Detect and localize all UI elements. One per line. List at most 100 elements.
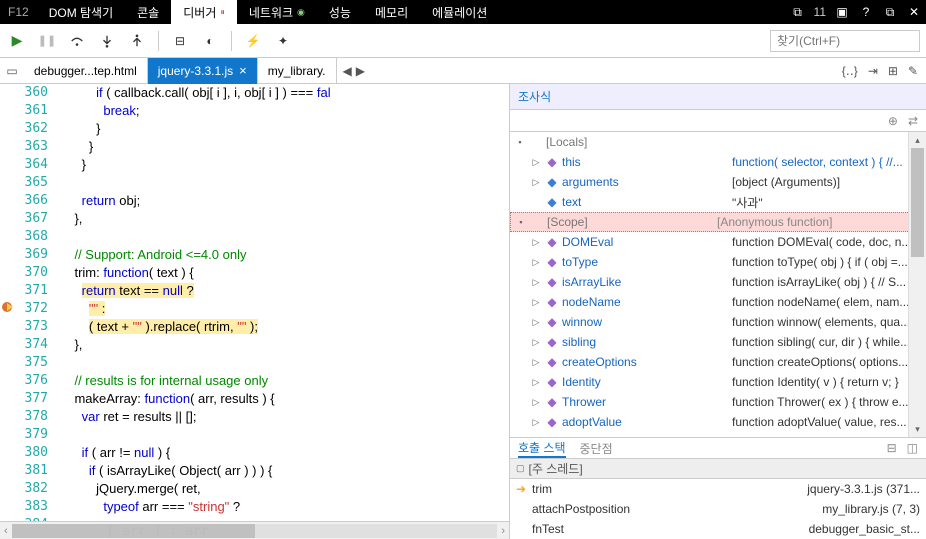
continue-button[interactable]: ▶ (6, 30, 28, 52)
console-toggle-icon[interactable]: ▣ (830, 0, 854, 24)
stack-frame[interactable]: fnTestdebugger_basic_st... (510, 519, 926, 539)
dom-breakpoint-button[interactable]: ✦ (272, 30, 294, 52)
edit-icon[interactable]: ✎ (908, 64, 918, 78)
watch-row[interactable]: ▷◆Identityfunction Identity( v ) { retur… (510, 372, 926, 392)
close-icon[interactable]: ✕ (902, 0, 926, 24)
watch-scrollbar[interactable]: ▴ ▾ (908, 132, 926, 437)
code-line[interactable]: 375 (0, 354, 509, 372)
async-icon[interactable]: ⊟ (887, 441, 897, 455)
expand-icon[interactable]: ▷ (530, 157, 542, 168)
code-line[interactable]: 371 return text == null ? (0, 282, 509, 300)
expand-icon[interactable]: ▷ (530, 337, 542, 348)
watch-row[interactable]: ▷◆siblingfunction sibling( cur, dir ) { … (510, 332, 926, 352)
stack-frame[interactable]: ➜trimjquery-3.3.1.js (371... (510, 479, 926, 499)
expand-icon[interactable]: ▷ (530, 257, 542, 268)
expand-icon[interactable]: ▷ (530, 377, 542, 388)
watch-row[interactable]: ▪[Locals] (510, 132, 926, 152)
tab-console[interactable]: 콘솔 (125, 0, 171, 24)
code-line[interactable]: 366 return obj; (0, 192, 509, 210)
code-line[interactable]: 380 if ( arr != null ) { (0, 444, 509, 462)
code-line[interactable]: 362 } (0, 120, 509, 138)
expand-icon[interactable]: ▷ (530, 177, 542, 188)
watch-row[interactable]: ▪[Scope][Anonymous function] (510, 212, 926, 232)
code-line[interactable]: 374 }, (0, 336, 509, 354)
code-line[interactable]: 364 } (0, 156, 509, 174)
code-line[interactable]: 377 makeArray: function( arr, results ) … (0, 390, 509, 408)
code-line[interactable]: 372 "" : (0, 300, 509, 318)
expand-icon[interactable]: ▪ (514, 137, 526, 147)
code-line[interactable]: 365 (0, 174, 509, 192)
add-watch-icon[interactable]: ⊕ (888, 114, 898, 128)
watch-value: function winnow( elements, qua... (732, 315, 926, 329)
watch-row[interactable]: ▷◆arguments[object (Arguments)] (510, 172, 926, 192)
expand-icon[interactable]: ▷ (530, 357, 542, 368)
watch-row[interactable]: ▷◆nodeNamefunction nodeName( elem, nam..… (510, 292, 926, 312)
code-line[interactable]: 383 typeof arr === "string" ? (0, 498, 509, 516)
undock-icon[interactable]: ⧉ (878, 0, 902, 24)
tab-dom-explorer[interactable]: DOM 탐색기 (37, 0, 125, 24)
next-tab-icon[interactable]: ▶ (356, 64, 365, 78)
file-picker-icon[interactable]: ▭ (0, 64, 24, 78)
tab-performance[interactable]: 성능 (317, 0, 363, 24)
tab-emulation[interactable]: 에뮬레이션 (420, 0, 499, 24)
tab-network[interactable]: 네트워크 ◉ (237, 0, 317, 24)
pause-button[interactable]: ❚❚ (36, 30, 58, 52)
code-line[interactable]: 382 jQuery.merge( ret, (0, 480, 509, 498)
watch-row[interactable]: ◆text"사과" (510, 192, 926, 212)
expand-icon[interactable]: ▷ (530, 397, 542, 408)
refresh-watch-icon[interactable]: ⇄ (908, 114, 918, 128)
tab-callstack[interactable]: 호출 스택 (518, 439, 566, 458)
expand-icon[interactable]: ▷ (530, 277, 542, 288)
watch-row[interactable]: ▷◆adoptValuefunction adoptValue( value, … (510, 412, 926, 432)
watch-row[interactable]: ▷◆isArrayLikefunction isArrayLike( obj )… (510, 272, 926, 292)
watch-row[interactable]: ▷◆DOMEvalfunction DOMEval( code, doc, n.… (510, 232, 926, 252)
step-over-button[interactable] (66, 30, 88, 52)
expand-icon[interactable]: ▷ (530, 237, 542, 248)
thread-header[interactable]: ▢[주 스레드] (510, 459, 926, 479)
code-line[interactable]: 379 (0, 426, 509, 444)
horizontal-scrollbar[interactable]: ‹ [ arr ] : arr › (0, 521, 509, 539)
file-tab-1[interactable]: jquery-3.3.1.js× (148, 58, 258, 84)
code-line[interactable]: 360 if ( callback.call( obj[ i ], i, obj… (0, 84, 509, 102)
watch-row[interactable]: ▷◆winnowfunction winnow( elements, qua..… (510, 312, 926, 332)
library-frames-icon[interactable]: ◫ (907, 441, 918, 455)
code-line[interactable]: 361 break; (0, 102, 509, 120)
word-wrap-icon[interactable]: ⇥ (868, 64, 878, 78)
pretty-print-icon[interactable]: {‥} (842, 64, 858, 78)
tab-memory[interactable]: 메모리 (363, 0, 420, 24)
tab-breakpoints[interactable]: 중단점 (580, 440, 613, 457)
help-icon[interactable]: ? (854, 0, 878, 24)
code-line[interactable]: 376 // results is for internal usage onl… (0, 372, 509, 390)
disconnect-button[interactable]: ⚡ (242, 30, 264, 52)
code-line[interactable]: 368 (0, 228, 509, 246)
watch-row[interactable]: ▷◆Throwerfunction Thrower( ex ) { throw … (510, 392, 926, 412)
code-line[interactable]: 367 }, (0, 210, 509, 228)
break-new-worker-button[interactable]: ⊟ (169, 30, 191, 52)
expand-icon[interactable]: ▷ (530, 317, 542, 328)
tab-debugger[interactable]: 디버거 ⏸ (171, 0, 237, 24)
watch-row[interactable]: ▷◆thisfunction( selector, context ) { //… (510, 152, 926, 172)
screen-icon[interactable]: ⧉ (786, 0, 810, 24)
expand-icon[interactable]: ▪ (515, 217, 527, 227)
search-input[interactable] (770, 30, 920, 52)
expand-icon[interactable]: ▷ (530, 417, 542, 428)
code-line[interactable]: 370 trim: function( text ) { (0, 264, 509, 282)
exception-button[interactable]: ◐ (199, 30, 221, 52)
code-line[interactable]: 381 if ( isArrayLike( Object( arr ) ) ) … (0, 462, 509, 480)
stack-frame[interactable]: attachPostpositionmy_library.js (7, 3) (510, 499, 926, 519)
code-line[interactable]: 378 var ret = results || []; (0, 408, 509, 426)
code-line[interactable]: 373 ( text + "" ).replace( rtrim, "" ); (0, 318, 509, 336)
close-icon[interactable]: × (239, 63, 247, 78)
watch-row[interactable]: ▷◆toTypefunction toType( obj ) { if ( ob… (510, 252, 926, 272)
file-tab-0[interactable]: debugger...tep.html (24, 58, 148, 84)
step-into-button[interactable] (96, 30, 118, 52)
code-line[interactable]: 363 } (0, 138, 509, 156)
prev-tab-icon[interactable]: ◀ (343, 64, 352, 78)
step-out-button[interactable] (126, 30, 148, 52)
watch-row[interactable]: ▷◆createOptionsfunction createOptions( o… (510, 352, 926, 372)
code-line[interactable]: 369 // Support: Android <=4.0 only (0, 246, 509, 264)
code-line[interactable]: 384 (0, 516, 509, 521)
source-map-icon[interactable]: ⊞ (888, 64, 898, 78)
expand-icon[interactable]: ▷ (530, 297, 542, 308)
file-tab-2[interactable]: my_library. (258, 58, 337, 84)
